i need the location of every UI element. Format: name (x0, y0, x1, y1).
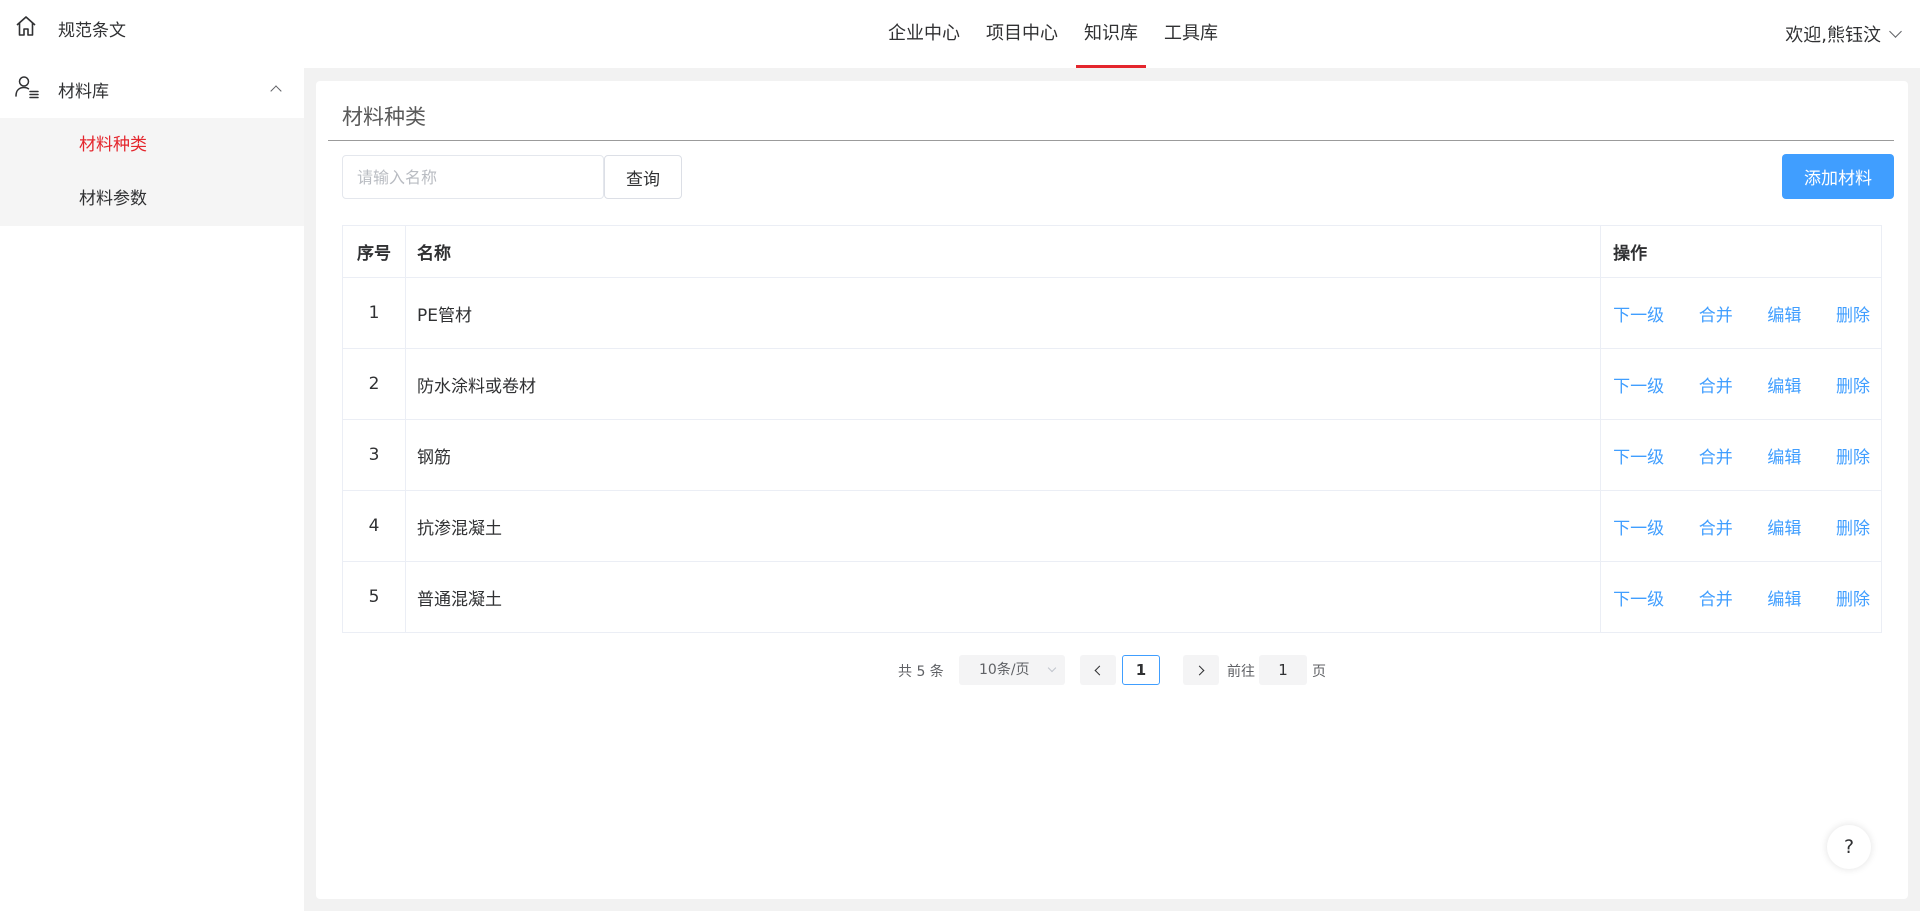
top-nav: 企业中心 项目中心 知识库 工具库 (880, 0, 1236, 68)
goto-label: 前往 (1227, 664, 1255, 680)
row-index: 5 (343, 562, 406, 632)
delete-link[interactable]: 删除 (1836, 514, 1870, 539)
row-actions: 下一级 合并 编辑 删除 (1601, 420, 1882, 490)
page-number-current[interactable]: 1 (1122, 655, 1160, 685)
row-actions: 下一级 合并 编辑 删除 (1601, 278, 1882, 348)
user-list-icon (14, 74, 40, 105)
nav-knowledge-base[interactable]: 知识库 (1076, 0, 1146, 68)
merge-link[interactable]: 合并 (1699, 372, 1733, 397)
title-divider (328, 140, 1894, 141)
page-size-select[interactable]: 10条/页 (959, 655, 1065, 685)
sidebar-item-material-library[interactable]: 材料库 (0, 60, 304, 118)
sidebar-item-standards[interactable]: 规范条文 (0, 0, 304, 56)
user-greeting: 欢迎,熊钰汶 (1785, 25, 1881, 46)
prev-page-button[interactable] (1080, 655, 1116, 685)
edit-link[interactable]: 编辑 (1767, 514, 1801, 539)
sidebar-item-label: 材料库 (58, 81, 109, 102)
column-header-name: 名称 (406, 226, 1602, 277)
row-name: 普通混凝土 (406, 562, 1602, 632)
table-row: 5 普通混凝土 下一级 合并 编辑 删除 (343, 562, 1882, 633)
query-button[interactable]: 查询 (604, 155, 682, 199)
next-level-link[interactable]: 下一级 (1613, 372, 1664, 397)
row-index: 3 (343, 420, 406, 490)
page-size-value: 10条/页 (979, 662, 1030, 678)
row-index: 4 (343, 491, 406, 561)
row-actions: 下一级 合并 编辑 删除 (1601, 491, 1882, 561)
user-menu[interactable]: 欢迎,熊钰汶 (1785, 0, 1902, 68)
row-index: 2 (343, 349, 406, 419)
table-row: 2 防水涂料或卷材 下一级 合并 编辑 删除 (343, 349, 1882, 420)
home-icon (14, 14, 38, 43)
chevron-down-icon (1889, 25, 1902, 38)
materials-table: 序号 名称 操作 1 PE管材 下一级 合并 编辑 删除 2 防水涂料或卷材 下… (342, 225, 1882, 633)
pagination-total: 共 5 条 (898, 664, 944, 680)
delete-link[interactable]: 删除 (1836, 372, 1870, 397)
next-level-link[interactable]: 下一级 (1613, 443, 1664, 468)
row-index: 1 (343, 278, 406, 348)
edit-link[interactable]: 编辑 (1767, 585, 1801, 610)
table-row: 1 PE管材 下一级 合并 编辑 删除 (343, 278, 1882, 349)
help-button[interactable]: ? (1827, 825, 1871, 869)
next-level-link[interactable]: 下一级 (1613, 301, 1664, 326)
edit-link[interactable]: 编辑 (1767, 301, 1801, 326)
sidebar-item-label: 规范条文 (58, 20, 126, 41)
page-unit-label: 页 (1312, 664, 1326, 680)
row-actions: 下一级 合并 编辑 删除 (1601, 562, 1882, 632)
merge-link[interactable]: 合并 (1699, 514, 1733, 539)
sidebar: 规范条文 材料库 材料种类 材料参数 (0, 0, 304, 911)
row-name: 抗渗混凝土 (406, 491, 1602, 561)
column-header-actions: 操作 (1601, 226, 1882, 277)
row-name: 钢筋 (406, 420, 1602, 490)
delete-link[interactable]: 删除 (1836, 443, 1870, 468)
goto-page-input[interactable] (1259, 655, 1307, 685)
nav-enterprise-center[interactable]: 企业中心 (880, 0, 968, 68)
nav-tool-library[interactable]: 工具库 (1156, 0, 1226, 68)
delete-link[interactable]: 删除 (1836, 585, 1870, 610)
merge-link[interactable]: 合并 (1699, 585, 1733, 610)
edit-link[interactable]: 编辑 (1767, 372, 1801, 397)
sidebar-item-material-params[interactable]: 材料参数 (0, 172, 304, 226)
row-name: PE管材 (406, 278, 1602, 348)
merge-link[interactable]: 合并 (1699, 301, 1733, 326)
nav-project-center[interactable]: 项目中心 (978, 0, 1066, 68)
chevron-up-icon (270, 85, 282, 97)
chevron-down-icon (1047, 663, 1057, 673)
table-row: 3 钢筋 下一级 合并 编辑 删除 (343, 420, 1882, 491)
next-level-link[interactable]: 下一级 (1613, 585, 1664, 610)
table-header-row: 序号 名称 操作 (343, 226, 1882, 278)
search-input[interactable] (342, 155, 604, 199)
row-name: 防水涂料或卷材 (406, 349, 1602, 419)
delete-link[interactable]: 删除 (1836, 301, 1870, 326)
add-material-button[interactable]: 添加材料 (1782, 154, 1894, 199)
column-header-index: 序号 (343, 226, 406, 277)
pagination: 共 5 条 10条/页 1 前往 页 (316, 655, 1908, 685)
page-title: 材料种类 (342, 105, 426, 129)
chevron-right-icon (1194, 665, 1205, 675)
content-card: 材料种类 查询 添加材料 序号 名称 操作 1 PE管材 下一级 合并 编辑 删… (316, 81, 1908, 899)
sidebar-item-material-types[interactable]: 材料种类 (0, 118, 304, 172)
merge-link[interactable]: 合并 (1699, 443, 1733, 468)
chevron-left-icon (1094, 665, 1105, 675)
table-row: 4 抗渗混凝土 下一级 合并 编辑 删除 (343, 491, 1882, 562)
row-actions: 下一级 合并 编辑 删除 (1601, 349, 1882, 419)
edit-link[interactable]: 编辑 (1767, 443, 1801, 468)
next-page-button[interactable] (1183, 655, 1219, 685)
next-level-link[interactable]: 下一级 (1613, 514, 1664, 539)
